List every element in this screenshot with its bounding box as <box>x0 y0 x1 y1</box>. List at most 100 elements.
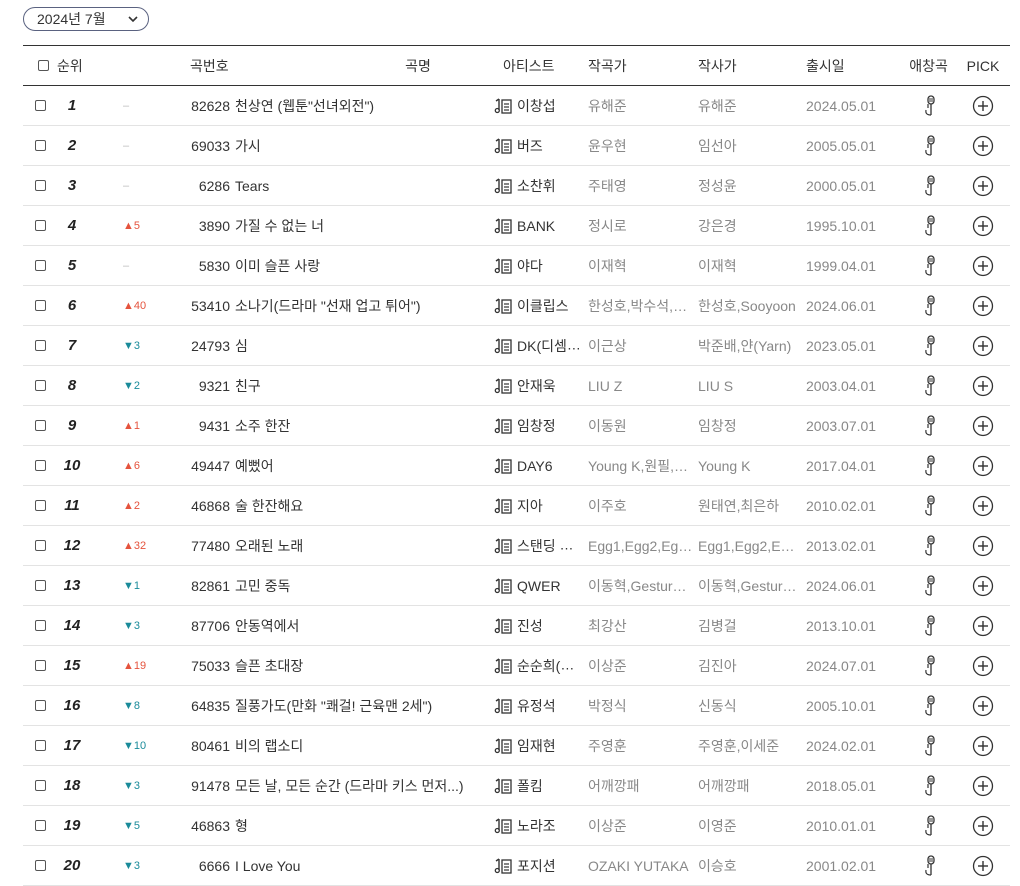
row-checkbox[interactable] <box>35 380 46 392</box>
row-checkbox[interactable] <box>35 580 46 592</box>
song-title[interactable]: 소주 한잔 <box>235 405 386 446</box>
artist-name[interactable]: 이창섭 <box>517 98 556 114</box>
row-checkbox[interactable] <box>35 420 46 432</box>
fav-button[interactable] <box>901 445 957 486</box>
fav-button[interactable] <box>901 485 957 526</box>
pick-button[interactable] <box>956 405 1011 446</box>
fav-button[interactable] <box>901 245 957 286</box>
lyrics-button[interactable] <box>493 136 513 154</box>
pick-button[interactable] <box>956 525 1011 566</box>
pick-button[interactable] <box>956 245 1011 286</box>
artist-name[interactable]: 노라조 <box>517 818 556 834</box>
row-checkbox[interactable] <box>35 340 46 352</box>
song-title[interactable]: 예뻤어 <box>235 445 386 486</box>
fav-button[interactable] <box>901 205 957 246</box>
fav-button[interactable] <box>901 365 957 406</box>
lyrics-button[interactable] <box>493 96 513 114</box>
song-title[interactable]: 가질 수 없는 너 <box>235 205 386 246</box>
artist-name[interactable]: 안재욱 <box>517 378 556 394</box>
fav-button[interactable] <box>901 685 957 726</box>
pick-button[interactable] <box>956 365 1011 406</box>
song-title[interactable]: I Love You <box>235 845 386 886</box>
pick-button[interactable] <box>956 85 1011 126</box>
lyrics-button[interactable] <box>493 176 513 194</box>
song-title[interactable]: 비의 랩소디 <box>235 725 386 766</box>
artist-name[interactable]: 포지션 <box>517 858 556 874</box>
row-checkbox[interactable] <box>35 820 46 832</box>
row-checkbox[interactable] <box>35 660 46 672</box>
song-title[interactable]: 친구 <box>235 365 386 406</box>
song-title[interactable]: 모든 날, 모든 순간 (드라마 키스 먼저...) <box>235 765 464 806</box>
song-title[interactable]: 질풍가도(만화 "쾌걸! 근육맨 2세") <box>235 685 432 726</box>
row-checkbox[interactable] <box>35 780 46 792</box>
row-checkbox[interactable] <box>35 220 46 232</box>
song-title[interactable]: 가시 <box>235 125 386 166</box>
artist-name[interactable]: 폴킴 <box>517 778 543 794</box>
pick-button[interactable] <box>956 725 1011 766</box>
lyrics-button[interactable] <box>493 336 513 354</box>
pick-button[interactable] <box>956 125 1011 166</box>
lyrics-button[interactable] <box>493 856 513 874</box>
artist-name[interactable]: 이클립스 <box>517 298 569 314</box>
artist-name[interactable]: DAY6 <box>517 458 553 474</box>
row-checkbox[interactable] <box>35 460 46 472</box>
artist-name[interactable]: 버즈 <box>517 138 543 154</box>
fav-button[interactable] <box>901 565 957 606</box>
lyrics-button[interactable] <box>493 416 513 434</box>
song-title[interactable]: 슬픈 초대장 <box>235 645 386 686</box>
fav-button[interactable] <box>901 605 957 646</box>
song-title[interactable]: 소나기(드라마 "선재 업고 튀어") <box>235 285 421 326</box>
artist-name[interactable]: 진성 <box>517 618 543 634</box>
month-select[interactable]: 2024년 7월 <box>23 7 149 31</box>
song-title[interactable]: 오래된 노래 <box>235 525 386 566</box>
row-checkbox[interactable] <box>35 100 46 112</box>
pick-button[interactable] <box>956 645 1011 686</box>
lyrics-button[interactable] <box>493 296 513 314</box>
lyrics-button[interactable] <box>493 496 513 514</box>
pick-button[interactable] <box>956 485 1011 526</box>
artist-name[interactable]: 유정석 <box>517 698 556 714</box>
lyrics-button[interactable] <box>493 616 513 634</box>
pick-button[interactable] <box>956 205 1011 246</box>
artist-name[interactable]: QWER <box>517 578 561 594</box>
pick-button[interactable] <box>956 845 1011 886</box>
fav-button[interactable] <box>901 805 957 846</box>
lyrics-button[interactable] <box>493 656 513 674</box>
artist-name[interactable]: 스탠딩 에그 <box>517 538 583 554</box>
row-checkbox[interactable] <box>35 260 46 272</box>
lyrics-button[interactable] <box>493 456 513 474</box>
artist-name[interactable]: 지아 <box>517 498 543 514</box>
lyrics-button[interactable] <box>493 736 513 754</box>
pick-button[interactable] <box>956 565 1011 606</box>
artist-name[interactable]: 소찬휘 <box>517 178 556 194</box>
lyrics-button[interactable] <box>493 216 513 234</box>
lyrics-button[interactable] <box>493 376 513 394</box>
fav-button[interactable] <box>901 845 957 886</box>
song-title[interactable]: 천상연 (웹툰"선녀외전") <box>235 85 386 126</box>
fav-button[interactable] <box>901 165 957 206</box>
artist-name[interactable]: 순순희(지환) <box>517 658 583 674</box>
lyrics-button[interactable] <box>493 576 513 594</box>
row-checkbox[interactable] <box>35 860 46 872</box>
pick-button[interactable] <box>956 805 1011 846</box>
lyrics-button[interactable] <box>493 776 513 794</box>
row-checkbox[interactable] <box>35 700 46 712</box>
select-all-checkbox[interactable] <box>38 60 49 71</box>
song-title[interactable]: 고민 중독 <box>235 565 386 606</box>
fav-button[interactable] <box>901 285 957 326</box>
artist-name[interactable]: BANK <box>517 218 555 234</box>
pick-button[interactable] <box>956 685 1011 726</box>
artist-name[interactable]: DK(디셈버) <box>517 338 583 354</box>
artist-name[interactable]: 야다 <box>517 258 543 274</box>
lyrics-button[interactable] <box>493 816 513 834</box>
pick-button[interactable] <box>956 445 1011 486</box>
fav-button[interactable] <box>901 325 957 366</box>
artist-name[interactable]: 임창정 <box>517 418 556 434</box>
pick-button[interactable] <box>956 605 1011 646</box>
lyrics-button[interactable] <box>493 696 513 714</box>
song-title[interactable]: Tears <box>235 165 386 206</box>
song-title[interactable]: 안동역에서 <box>235 605 386 646</box>
fav-button[interactable] <box>901 85 957 126</box>
row-checkbox[interactable] <box>35 540 46 552</box>
row-checkbox[interactable] <box>35 180 46 192</box>
